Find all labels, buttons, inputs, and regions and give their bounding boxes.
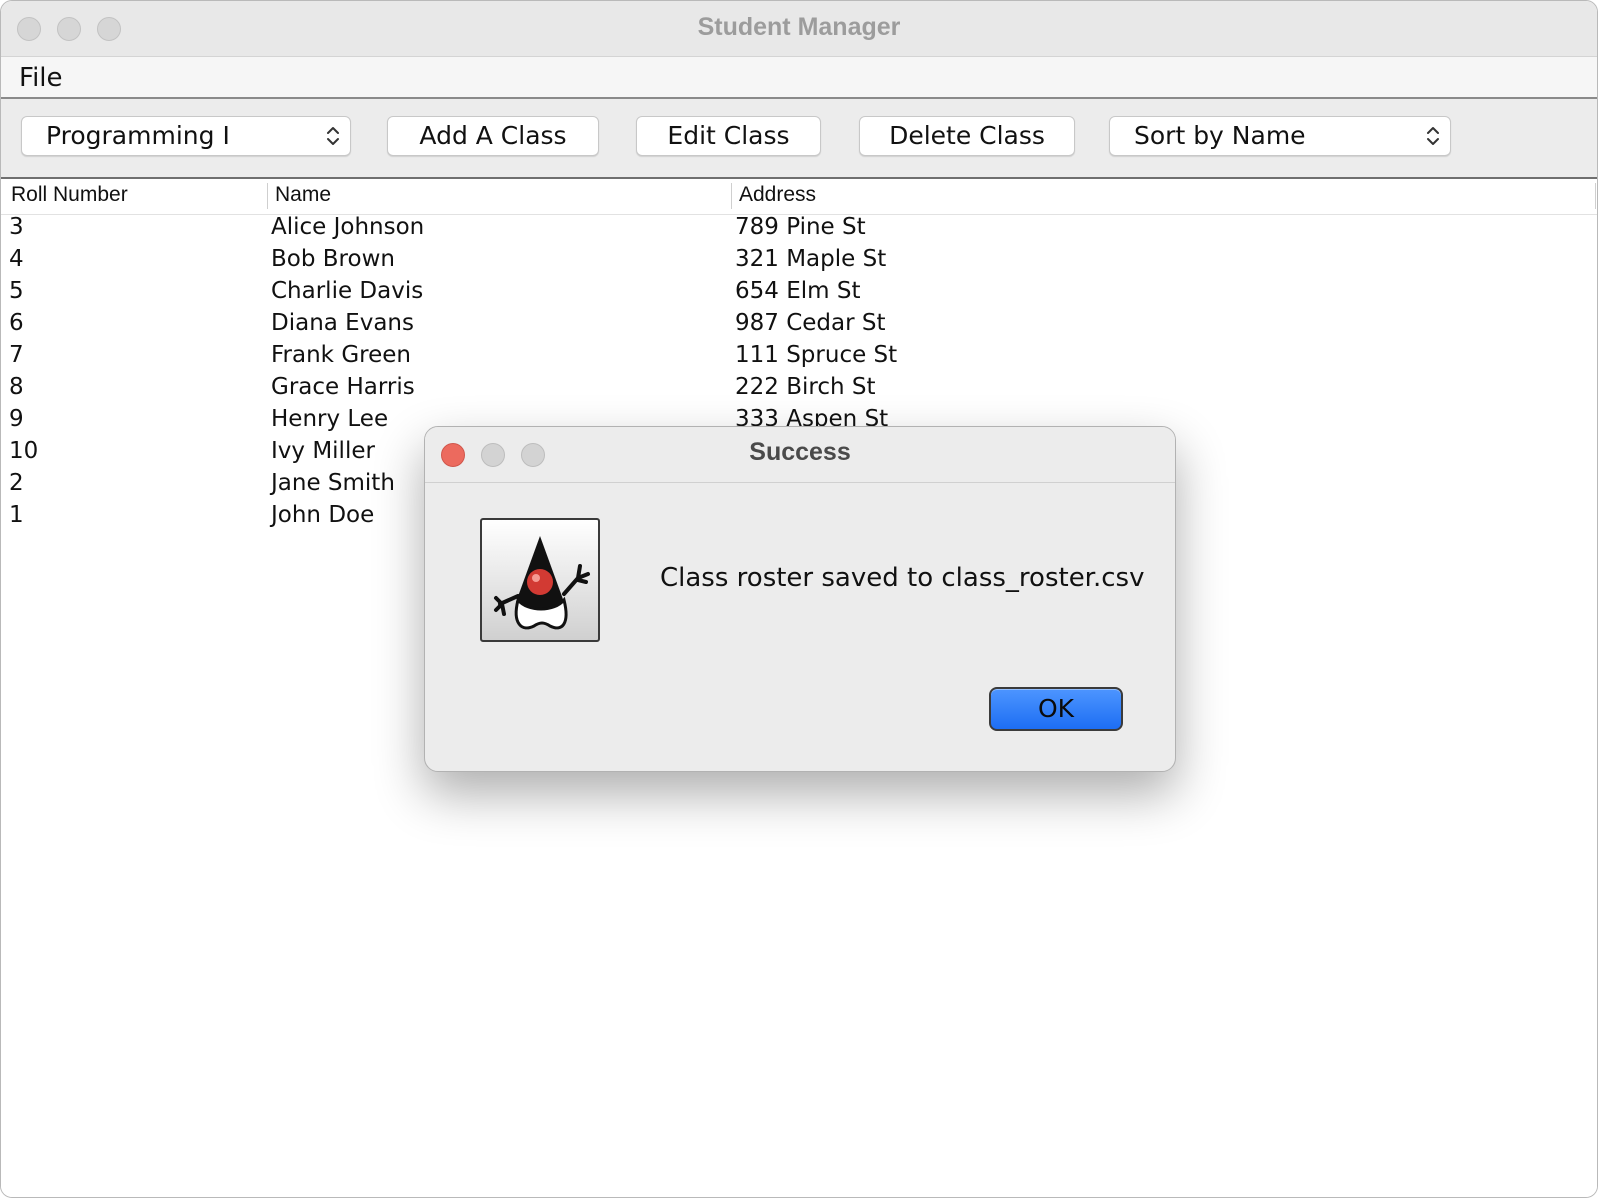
table-row[interactable]: 5 Charlie Davis 654 Elm St bbox=[1, 276, 1597, 308]
cell-address: 321 Maple St bbox=[735, 246, 887, 272]
cell-name: Frank Green bbox=[271, 342, 411, 368]
column-divider[interactable] bbox=[731, 183, 732, 209]
delete-class-button[interactable]: Delete Class bbox=[859, 116, 1075, 156]
cell-roll: 5 bbox=[9, 278, 24, 304]
cell-roll: 9 bbox=[9, 406, 24, 432]
table-row[interactable]: 7 Frank Green 111 Spruce St bbox=[1, 340, 1597, 372]
java-duke-icon bbox=[494, 536, 590, 630]
cell-address: 789 Pine St bbox=[735, 214, 866, 240]
chevron-updown-icon bbox=[1427, 127, 1439, 145]
cell-address: 111 Spruce St bbox=[735, 342, 898, 368]
table-row[interactable]: 3 Alice Johnson 789 Pine St bbox=[1, 212, 1597, 244]
sort-select[interactable]: Sort by Name bbox=[1109, 116, 1451, 156]
table-row[interactable]: 8 Grace Harris 222 Birch St bbox=[1, 372, 1597, 404]
class-select[interactable]: Programming I bbox=[21, 116, 351, 156]
ok-button[interactable]: OK bbox=[989, 687, 1123, 731]
cell-name: Charlie Davis bbox=[271, 278, 424, 304]
cell-name: Jane Smith bbox=[271, 470, 395, 496]
column-header-address[interactable]: Address bbox=[739, 183, 816, 207]
cell-roll: 3 bbox=[9, 214, 24, 240]
sort-select-value: Sort by Name bbox=[1134, 121, 1306, 150]
dialog-message: Class roster saved to class_roster.csv bbox=[660, 563, 1145, 593]
file-menu[interactable]: File bbox=[19, 63, 63, 93]
column-divider[interactable] bbox=[1595, 183, 1596, 209]
cell-roll: 8 bbox=[9, 374, 24, 400]
success-dialog: Success Class roster saved to class_rost… bbox=[424, 426, 1176, 772]
column-divider[interactable] bbox=[267, 183, 268, 209]
edit-class-button[interactable]: Edit Class bbox=[636, 116, 821, 156]
cell-address: 222 Birch St bbox=[735, 374, 876, 400]
column-header-roll-number[interactable]: Roll Number bbox=[11, 183, 128, 207]
column-header-name[interactable]: Name bbox=[275, 183, 331, 207]
title-bar[interactable]: Student Manager bbox=[1, 1, 1597, 57]
dialog-title-bar[interactable]: Success bbox=[425, 427, 1175, 483]
dialog-title: Success bbox=[749, 438, 851, 466]
cell-address: 987 Cedar St bbox=[735, 310, 886, 336]
cell-roll: 4 bbox=[9, 246, 24, 272]
cell-name: John Doe bbox=[271, 502, 375, 528]
cell-roll: 10 bbox=[9, 438, 39, 464]
cell-roll: 6 bbox=[9, 310, 24, 336]
cell-name: Ivy Miller bbox=[271, 438, 375, 464]
table-header: Roll Number Name Address bbox=[1, 179, 1597, 215]
cell-name: Bob Brown bbox=[271, 246, 395, 272]
table-row[interactable]: 4 Bob Brown 321 Maple St bbox=[1, 244, 1597, 276]
add-class-button[interactable]: Add A Class bbox=[387, 116, 599, 156]
cell-roll: 2 bbox=[9, 470, 24, 496]
table-row[interactable]: 6 Diana Evans 987 Cedar St bbox=[1, 308, 1597, 340]
toolbar: Programming I Add A Class Edit Class Del… bbox=[1, 99, 1597, 179]
cell-name: Diana Evans bbox=[271, 310, 414, 336]
cell-name: Grace Harris bbox=[271, 374, 415, 400]
class-select-value: Programming I bbox=[46, 121, 230, 150]
cell-roll: 7 bbox=[9, 342, 24, 368]
cell-roll: 1 bbox=[9, 502, 24, 528]
cell-name: Alice Johnson bbox=[271, 214, 425, 240]
java-duke-icon bbox=[480, 518, 600, 642]
cell-address: 654 Elm St bbox=[735, 278, 861, 304]
chevron-updown-icon bbox=[327, 127, 339, 145]
window-title: Student Manager bbox=[697, 13, 901, 41]
menu-bar: File bbox=[1, 57, 1597, 99]
cell-name: Henry Lee bbox=[271, 406, 389, 432]
